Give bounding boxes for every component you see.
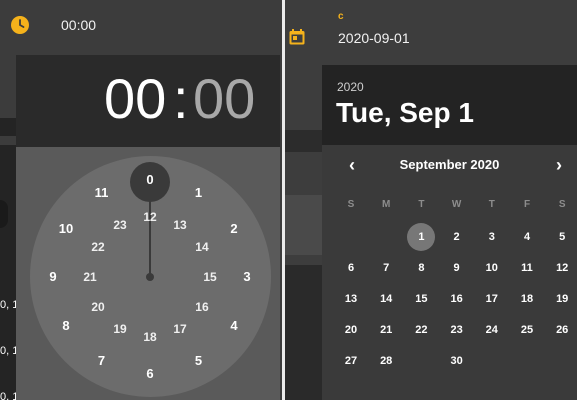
calendar-day[interactable]: 10 bbox=[478, 254, 506, 282]
calendar-day[interactable]: 12 bbox=[548, 254, 576, 282]
hour-option[interactable]: 16 bbox=[189, 298, 215, 316]
hour-option[interactable]: 12 bbox=[137, 208, 163, 226]
hour-option[interactable]: 10 bbox=[53, 220, 79, 238]
background-control bbox=[0, 200, 8, 228]
calendar-day[interactable]: 8 bbox=[407, 254, 435, 282]
hour-option[interactable]: 9 bbox=[40, 268, 66, 286]
calendar-day[interactable]: 28 bbox=[372, 347, 400, 375]
weekday-header: W bbox=[451, 199, 462, 210]
calendar-day[interactable]: 3 bbox=[478, 223, 506, 251]
date-picker-dialog: 2020 Tue, Sep 1 ‹ September 2020 › S M T W T… bbox=[322, 65, 577, 400]
hour-option[interactable]: 2 bbox=[221, 220, 247, 238]
weekday-header: F bbox=[523, 199, 531, 210]
calendar-day[interactable]: 27 bbox=[337, 347, 365, 375]
time-separator: : bbox=[173, 67, 189, 130]
hour-option[interactable]: 15 bbox=[197, 268, 223, 286]
time-field[interactable]: 00:00 bbox=[0, 0, 282, 52]
weekday-header: M bbox=[382, 199, 391, 210]
calendar-day[interactable]: 23 bbox=[443, 316, 471, 344]
hour-option[interactable]: 6 bbox=[137, 365, 163, 383]
date-field-label: c bbox=[338, 11, 344, 22]
time-value: 00:00 bbox=[61, 17, 97, 33]
clock-hand bbox=[149, 181, 151, 277]
hour-option[interactable]: 23 bbox=[107, 216, 133, 234]
date-field[interactable]: c 2020-09-01 bbox=[285, 0, 577, 60]
background-strip bbox=[285, 130, 322, 152]
hour-option[interactable]: 8 bbox=[53, 317, 79, 335]
hour-option[interactable]: 3 bbox=[234, 268, 260, 286]
weekday-header: T bbox=[418, 199, 425, 210]
calendar-day[interactable]: 21 bbox=[372, 316, 400, 344]
hour-option[interactable]: 14 bbox=[189, 238, 215, 256]
minutes-display[interactable]: 00 bbox=[193, 67, 255, 131]
calendar-day[interactable]: 5 bbox=[548, 223, 576, 251]
hour-option[interactable]: 13 bbox=[167, 216, 193, 234]
clock-center bbox=[146, 273, 154, 281]
calendar-day[interactable]: 9 bbox=[443, 254, 471, 282]
clock-dial[interactable]: 0 1 2 3 4 5 6 7 8 9 10 11 12 13 14 15 16 17 18 19 20 21 22 23 bbox=[30, 156, 271, 397]
clock-icon[interactable] bbox=[11, 16, 29, 34]
hour-option[interactable]: 22 bbox=[85, 238, 111, 256]
calendar-day[interactable]: 1 bbox=[407, 223, 436, 251]
hour-option[interactable]: 21 bbox=[77, 268, 103, 286]
calendar-day[interactable]: 6 bbox=[337, 254, 365, 282]
weekday-header: S bbox=[347, 199, 355, 210]
selected-date-heading: Tue, Sep 1 bbox=[336, 97, 474, 128]
calendar-day[interactable]: 22 bbox=[407, 316, 435, 344]
year-display[interactable]: 2020 bbox=[337, 80, 364, 94]
date-field-pane: c 2020-09-01 2020 Tue, Sep 1 ‹ September… bbox=[285, 0, 577, 400]
calendar-day[interactable]: 7 bbox=[372, 254, 400, 282]
hour-option[interactable]: 0 bbox=[137, 171, 163, 189]
calendar-day[interactable]: 30 bbox=[443, 347, 471, 375]
background-strip bbox=[0, 118, 16, 136]
hour-option[interactable]: 1 bbox=[186, 184, 212, 202]
weekday-header: S bbox=[558, 199, 566, 210]
time-picker-header: 00 : 00 bbox=[16, 55, 280, 147]
hour-option[interactable]: 19 bbox=[107, 320, 133, 338]
weekday-header: T bbox=[488, 199, 495, 210]
calendar-day[interactable]: 11 bbox=[513, 254, 541, 282]
background-strip bbox=[285, 195, 322, 255]
background-strip bbox=[285, 265, 322, 400]
month-navigation: ‹ September 2020 › bbox=[322, 153, 577, 179]
calendar-day[interactable]: 20 bbox=[337, 316, 365, 344]
calendar-day[interactable]: 4 bbox=[513, 223, 541, 251]
calendar-icon[interactable] bbox=[288, 28, 306, 46]
calendar-day[interactable]: 15 bbox=[407, 285, 435, 313]
calendar-day[interactable]: 14 bbox=[372, 285, 400, 313]
calendar-day[interactable]: 13 bbox=[337, 285, 365, 313]
hour-option[interactable]: 7 bbox=[89, 352, 115, 370]
calendar-day[interactable]: 2 bbox=[443, 223, 471, 251]
chevron-right-icon[interactable]: › bbox=[547, 153, 571, 179]
calendar-day[interactable]: 18 bbox=[513, 285, 541, 313]
background-strip bbox=[0, 145, 16, 400]
calendar-day[interactable]: 17 bbox=[478, 285, 506, 313]
hour-option[interactable]: 20 bbox=[85, 298, 111, 316]
hour-option[interactable]: 11 bbox=[89, 184, 115, 202]
calendar-day[interactable]: 24 bbox=[478, 316, 506, 344]
month-title[interactable]: September 2020 bbox=[322, 157, 577, 172]
time-picker-dialog: 00 : 00 0 1 2 3 4 5 6 7 8 9 10 11 12 13 14 15 16 17 18 19 20… bbox=[16, 55, 280, 400]
hours-display[interactable]: 00 bbox=[104, 67, 166, 131]
date-picker-header: 2020 Tue, Sep 1 bbox=[322, 65, 577, 145]
hour-option[interactable]: 5 bbox=[186, 352, 212, 370]
date-value: 2020-09-01 bbox=[338, 30, 410, 46]
calendar-day[interactable]: 16 bbox=[443, 285, 471, 313]
calendar-day[interactable]: 19 bbox=[548, 285, 576, 313]
hour-option[interactable]: 17 bbox=[167, 320, 193, 338]
calendar-day[interactable]: 26 bbox=[548, 316, 576, 344]
hour-option[interactable]: 18 bbox=[137, 328, 163, 346]
calendar-day[interactable]: 25 bbox=[513, 316, 541, 344]
hour-option[interactable]: 4 bbox=[221, 317, 247, 335]
time-field-pane: 00:00 0, 1 0, 1 0, 1 00 : 00 01234567891… bbox=[0, 0, 282, 400]
